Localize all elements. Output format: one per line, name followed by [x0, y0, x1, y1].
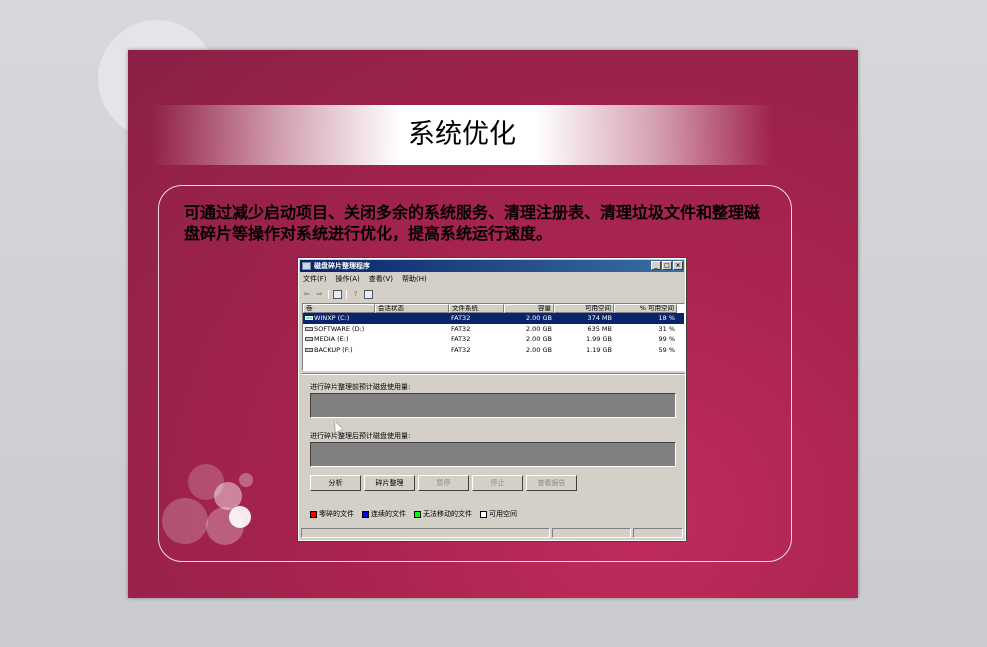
column-capacity[interactable]: 容量 [504, 304, 554, 313]
percent-free: 31 % [658, 324, 675, 333]
capacity: 2.00 GB [525, 324, 552, 333]
file-system: FAT32 [451, 314, 471, 323]
menu-action[interactable]: 操作(A) [336, 274, 360, 285]
volume-row[interactable]: BACKUP (F:) FAT32 2.00 GB 1.19 GB 59 % [303, 345, 684, 356]
column-percent-free[interactable]: % 可用空间 [614, 304, 677, 313]
legend-label: 可用空间 [489, 510, 517, 518]
decorative-bubble [229, 506, 251, 528]
forward-arrow-icon[interactable]: ⇨ [315, 290, 324, 299]
maximize-button[interactable]: □ [662, 261, 672, 270]
volume-name: BACKUP (F:) [314, 345, 353, 354]
legend-item: 零碎的文件 [310, 509, 354, 519]
defrag-app-icon [302, 262, 311, 270]
legend-label: 连续的文件 [371, 510, 406, 518]
contiguous-swatch [362, 510, 369, 518]
volume-row[interactable]: MEDIA (E:) FAT32 2.00 GB 1.99 GB 99 % [303, 334, 684, 345]
decorative-bubble [162, 498, 208, 544]
minimize-button[interactable]: _ [651, 261, 661, 270]
unmovable-swatch [414, 510, 421, 518]
toolbar: ⇦ ⇨ ? [302, 288, 373, 300]
capacity: 2.00 GB [525, 345, 552, 354]
after-usage-label: 进行碎片整理后预计磁盘使用量: [310, 432, 411, 440]
free-space: 1.99 GB [585, 335, 612, 344]
toolbar-separator [346, 289, 347, 299]
column-session-status[interactable]: 会话状态 [375, 304, 449, 313]
capacity: 2.00 GB [525, 314, 552, 323]
free-space: 1.19 GB [585, 345, 612, 354]
file-system: FAT32 [451, 335, 471, 344]
before-usage-bar [310, 393, 676, 418]
action-buttons: 分析 碎片整理 暂停 停止 查看报告 [310, 475, 577, 491]
legend-label: 无法移动的文件 [423, 510, 472, 518]
status-pane [633, 528, 683, 538]
close-button[interactable]: × [673, 261, 683, 270]
percent-free: 99 % [658, 335, 675, 344]
legend: 零碎的文件 连续的文件 无法移动的文件 可用空间 [310, 509, 517, 519]
slide-title: 系统优化 [408, 119, 516, 150]
percent-free: 59 % [658, 345, 675, 354]
menu-help[interactable]: 帮助(H) [402, 274, 427, 285]
column-free-space[interactable]: 可用空间 [554, 304, 614, 313]
fragmented-swatch [310, 510, 317, 518]
menu-bar: 文件(F) 操作(A) 查看(V) 帮助(H) [303, 274, 427, 285]
legend-item: 连续的文件 [362, 509, 406, 519]
window-title: 磁盘碎片整理程序 [314, 262, 370, 270]
capacity: 2.00 GB [525, 335, 552, 344]
volume-name: MEDIA (E:) [314, 335, 349, 344]
before-usage-label: 进行碎片整理前预计磁盘使用量: [310, 383, 411, 391]
status-pane [301, 528, 550, 538]
window-titlebar[interactable]: 磁盘碎片整理程序 _ □ × [300, 260, 684, 272]
stop-button[interactable]: 停止 [472, 475, 523, 491]
pause-button[interactable]: 暂停 [418, 475, 469, 491]
toolbar-separator [328, 289, 329, 299]
file-system: FAT32 [451, 324, 471, 333]
drive-icon [305, 316, 313, 321]
analyze-button[interactable]: 分析 [310, 475, 361, 491]
volume-list[interactable]: 卷 会话状态 文件系统 容量 可用空间 % 可用空间 WINXP (C:) FA… [302, 303, 685, 371]
help-icon[interactable]: ? [351, 290, 360, 299]
defrag-window: 磁盘碎片整理程序 _ □ × 文件(F) 操作(A) 查看(V) 帮助(H) ⇦… [297, 257, 687, 542]
status-bar [301, 528, 683, 538]
view-icon[interactable] [364, 289, 373, 299]
drive-icon [305, 347, 313, 352]
column-volume[interactable]: 卷 [303, 304, 375, 313]
file-system: FAT32 [451, 345, 471, 354]
legend-item: 可用空间 [480, 509, 517, 519]
slide: 系统优化 可通过减少启动项目、关闭多余的系统服务、清理注册表、清理垃圾文件和整理… [128, 50, 858, 598]
legend-item: 无法移动的文件 [414, 509, 472, 519]
volume-row[interactable]: WINXP (C:) FAT32 2.00 GB 374 MB 18 % [303, 313, 684, 324]
panel-divider [302, 373, 685, 375]
menu-file[interactable]: 文件(F) [303, 274, 327, 285]
free-space-swatch [480, 510, 487, 518]
volume-name: WINXP (C:) [314, 314, 350, 323]
list-header: 卷 会话状态 文件系统 容量 可用空间 % 可用空间 [303, 304, 684, 313]
properties-icon[interactable] [333, 289, 342, 299]
slide-description: 可通过减少启动项目、关闭多余的系统服务、清理注册表、清理垃圾文件和整理磁盘碎片等… [184, 203, 761, 243]
column-file-system[interactable]: 文件系统 [449, 304, 504, 313]
back-arrow-icon[interactable]: ⇦ [302, 290, 311, 299]
after-usage-bar [310, 442, 676, 467]
legend-label: 零碎的文件 [319, 510, 354, 518]
free-space: 374 MB [587, 314, 612, 323]
status-pane [551, 528, 632, 538]
volume-name: SOFTWARE (D:) [314, 324, 365, 333]
drive-icon [305, 326, 313, 331]
volume-row[interactable]: SOFTWARE (D:) FAT32 2.00 GB 635 MB 31 % [303, 324, 684, 335]
menu-view[interactable]: 查看(V) [369, 274, 393, 285]
defragment-button[interactable]: 碎片整理 [364, 475, 415, 491]
drive-icon [305, 337, 313, 342]
percent-free: 18 % [658, 314, 675, 323]
view-report-button[interactable]: 查看报告 [526, 475, 577, 491]
decorative-bubble [239, 473, 253, 487]
free-space: 635 MB [587, 324, 612, 333]
